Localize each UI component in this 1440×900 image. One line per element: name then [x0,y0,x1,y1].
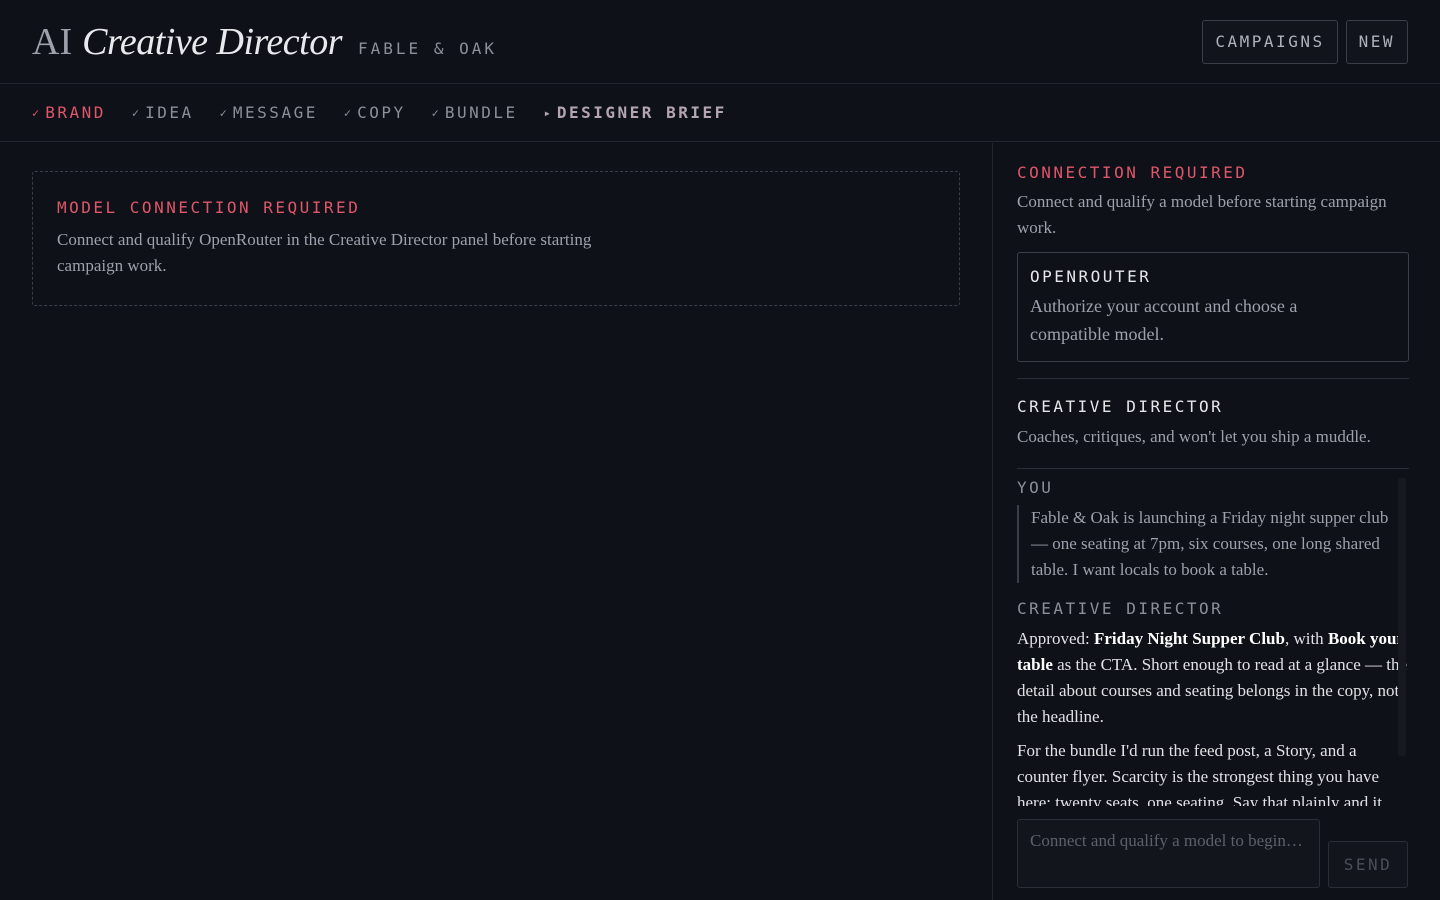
director-description: Coaches, critiques, and won't let you sh… [1017,427,1371,446]
text: , with [1284,629,1328,648]
step-idea[interactable]: ✓ IDEA [132,103,194,122]
connection-title: CONNECTION REQUIRED [1017,163,1248,182]
check-icon: ✓ [431,105,439,120]
director-message: For the bundle I'd run the feed post, a … [1017,741,1382,806]
chat-scrollbar[interactable] [1398,478,1406,756]
step-label: BRAND [45,103,106,122]
director-message: Approved: Friday Night Supper Club, with… [1017,626,1409,730]
step-nav: ✓ BRAND ✓ IDEA ✓ MESSAGE ✓ COPY ✓ BUNDLE… [0,84,1440,142]
send-button[interactable]: SEND [1328,841,1408,888]
provider-description: Authorize your account and choose a comp… [1030,296,1298,344]
director-title: CREATIVE DIRECTOR [1017,397,1224,416]
you-label: YOU [1017,478,1054,497]
chat-log[interactable]: YOU Fable & Oak is launching a Friday ni… [1017,469,1409,806]
new-button[interactable]: NEW [1345,19,1408,64]
approved-title: Friday Night Supper Club [1093,629,1285,648]
main-panel: MODEL CONNECTION REQUIRED Connect and qu… [0,143,992,900]
step-label: BUNDLE [444,103,518,122]
step-designer-brief[interactable]: ▸ DESIGNER BRIEF [544,103,727,122]
user-message: Fable & Oak is launching a Friday night … [1017,505,1409,583]
chat-input[interactable] [1017,819,1320,888]
connection-text: Connect and qualify a model before start… [1017,192,1387,237]
text: as the CTA. Short enough to read at a gl… [1017,655,1408,726]
brand-ai: AI [32,20,73,63]
step-copy[interactable]: ✓ COPY [344,103,406,122]
director-label: CREATIVE DIRECTOR [1017,599,1224,618]
divider [1017,378,1409,379]
step-message[interactable]: ✓ MESSAGE [220,103,318,122]
app-header: AI Creative Director FABLE & OAK CAMPAIG… [0,0,1440,84]
app-brand: AI Creative Director FABLE & OAK [32,20,497,64]
openrouter-card[interactable]: OPENROUTER Authorize your account and ch… [1017,252,1409,362]
step-bundle[interactable]: ✓ BUNDLE [432,103,518,122]
header-actions: CAMPAIGNS NEW [1202,19,1408,64]
chat-composer: SEND [1017,819,1409,889]
text: Approved: [1017,629,1094,648]
step-label: MESSAGE [232,103,318,122]
check-icon: ✓ [131,105,140,120]
step-brand[interactable]: ✓ BRAND [32,103,106,122]
notice-title: MODEL CONNECTION REQUIRED [57,198,361,217]
check-icon: ✓ [32,105,40,120]
play-icon: ▸ [543,105,551,120]
campaigns-button[interactable]: CAMPAIGNS [1202,19,1338,64]
check-icon: ✓ [343,105,352,120]
notice-text: Connect and qualify OpenRouter in the Cr… [57,230,592,275]
step-label: IDEA [145,103,194,122]
client-name: FABLE & OAK [358,38,497,58]
check-icon: ✓ [219,105,227,120]
director-panel: CONNECTION REQUIRED Connect and qualify … [992,143,1440,900]
provider-name: OPENROUTER [1030,267,1152,286]
step-label: DESIGNER BRIEF [556,103,727,122]
connection-notice: MODEL CONNECTION REQUIRED Connect and qu… [32,171,960,306]
step-label: COPY [357,103,406,122]
app-title: Creative Director [82,20,343,63]
